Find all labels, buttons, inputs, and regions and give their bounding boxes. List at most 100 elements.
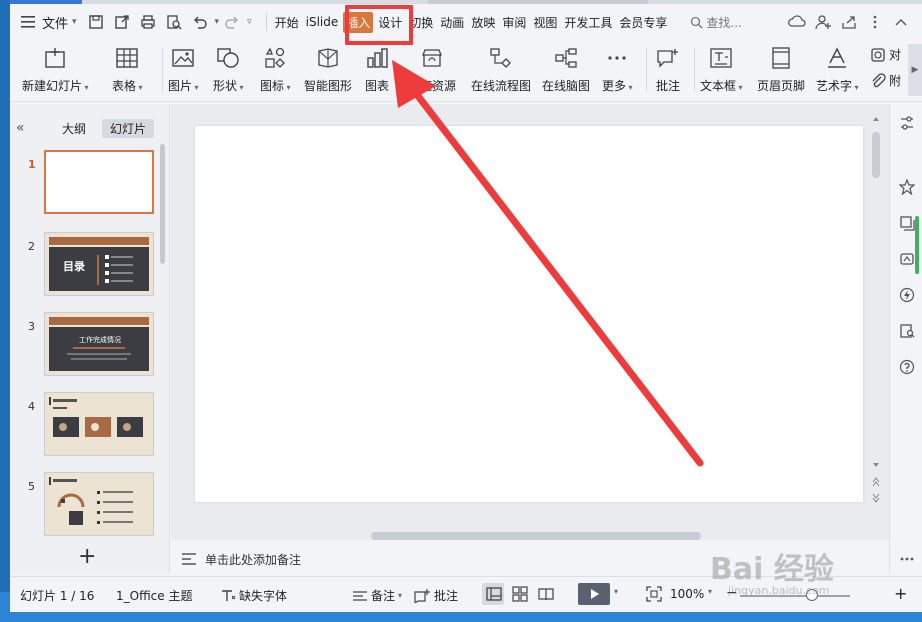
slide-thumbnail[interactable] [44,392,154,456]
redo-icon[interactable] [221,11,243,33]
textbox-icon [707,44,735,72]
object-button[interactable]: 对 [870,46,901,63]
table-label: 表格 [112,79,137,93]
right-tool-sidebar [889,104,922,574]
zoom-in-icon[interactable]: + [894,584,907,603]
export-icon[interactable] [111,11,133,33]
desktop-strip-bottom [0,592,10,622]
play-slideshow-button[interactable] [578,583,610,605]
scroll-down-icon[interactable] [871,460,881,470]
horizontal-scrollbar[interactable] [371,532,701,540]
new-slide-icon [41,44,69,72]
slide-thumbnail-row[interactable]: 2 目录 [10,232,160,298]
missing-fonts-button[interactable]: 缺失字体 [220,587,287,604]
save-icon[interactable] [85,11,107,33]
lightning-icon[interactable] [896,284,918,306]
tab-membership[interactable]: 会员专享 [617,11,669,34]
textbox-button[interactable]: 文本框 ▾ [700,44,743,94]
collapse-ribbon-icon[interactable] [888,9,914,35]
vertical-scrollbar[interactable] [871,114,881,504]
resources-button[interactable]: 稻壳资源 [408,44,456,94]
mindmap-button[interactable]: 在线脑图 [542,44,590,94]
notes-toggle-button[interactable]: 备注 ▾ [352,587,402,604]
share-user-icon[interactable] [810,9,836,35]
sidebar-more-icon[interactable] [896,548,918,570]
next-slide-icon[interactable] [871,492,881,504]
tab-review[interactable]: 审阅 [500,11,528,34]
tab-islide[interactable]: iSlide [304,12,341,32]
table-button[interactable]: 表格 ▾ [112,44,143,94]
collapse-panel-icon[interactable]: « [16,120,36,136]
slide-thumbnail-row[interactable]: 5 [10,472,160,538]
mindmap-icon [552,44,580,72]
shape-button[interactable]: 形状 ▾ [213,44,244,94]
reading-view-icon[interactable] [538,586,554,602]
smart-beautify-icon[interactable] [896,248,918,270]
icon-library-icon [261,44,289,72]
cloud-sync-icon[interactable] [784,9,810,35]
print-preview-icon[interactable] [163,11,185,33]
more-vertical-icon[interactable] [862,9,888,35]
more-horizontal-icon [603,44,631,72]
flowchart-button[interactable]: 在线流程图 [471,44,531,94]
picture-button[interactable]: 图片 ▾ [168,44,199,94]
play-options-chevron-icon[interactable]: ▾ [614,587,618,596]
grid-view-icon[interactable] [512,586,528,602]
smart-art-label: 智能图形 [304,79,353,93]
properties-icon[interactable] [896,112,918,134]
hamburger-menu-icon[interactable] [14,4,42,40]
slide-thumbnail-row[interactable]: 4 [10,392,160,458]
print-icon[interactable] [137,11,159,33]
header-footer-icon [767,44,795,72]
tab-animation[interactable]: 动画 [438,11,466,34]
add-slide-icon[interactable]: + [78,544,96,569]
thumbnail-scrollbar[interactable] [160,144,165,264]
book-search-icon[interactable] [896,320,918,342]
flowchart-label: 在线流程图 [471,79,532,93]
icon-library-button[interactable]: 图标 ▾ [260,44,291,94]
slide-thumbnail-row[interactable]: 1 [10,150,160,216]
normal-view-icon[interactable] [486,586,502,602]
tab-slideshow[interactable]: 放映 [469,11,497,34]
slide-thumbnail[interactable]: 目录 [44,232,154,296]
share-icon[interactable] [836,9,862,35]
search-box[interactable]: 查找... [690,14,742,31]
comment-button[interactable]: 批注 [654,44,682,94]
smart-art-button[interactable]: 智能图形 [304,44,352,94]
slide-thumbnail[interactable] [44,150,154,214]
chevron-down-icon[interactable]: ▾ [72,17,77,27]
scrollbar-thumb[interactable] [872,132,880,178]
help-icon[interactable] [896,356,918,378]
slide-thumbnail-row[interactable]: 3 工作完成情况 [10,312,160,378]
attachment-button[interactable]: 附 [870,72,901,89]
panel-header: « 大纲 幻灯片 [10,118,170,138]
tab-outline[interactable]: 大纲 [54,119,94,138]
tab-home[interactable]: 开始 [273,11,301,34]
tab-slides[interactable]: 幻灯片 [102,118,155,138]
file-menu[interactable]: 文件 [42,13,68,32]
header-footer-button[interactable]: 页眉页脚 [757,44,805,94]
customize-chevron-icon[interactable]: ▿ [247,17,252,27]
tab-view[interactable]: 视图 [531,11,559,34]
new-slide-label: 新建幻灯片 [22,79,83,93]
slide-thumbnail[interactable] [44,472,154,536]
slide-counter: 幻灯片 1 / 16 [20,589,95,603]
new-slide-button[interactable]: 新建幻灯片 ▾ [22,44,89,94]
previous-slide-icon[interactable] [871,476,881,488]
more-button[interactable]: 更多 ▾ [602,44,633,94]
comments-toggle-button[interactable]: 批注 [414,587,458,604]
chart-button[interactable]: 图表 [363,44,391,94]
fit-to-window-icon[interactable] [646,586,662,602]
tab-developer[interactable]: 开发工具 [562,11,614,34]
slide-canvas[interactable] [195,126,863,502]
theme-name[interactable]: 1_Office 主题 [116,587,192,604]
star-effects-icon[interactable] [896,176,918,198]
undo-icon[interactable] [189,11,211,33]
scroll-up-icon[interactable] [871,114,881,124]
taskbar-strip [10,612,922,622]
slide-thumbnail[interactable]: 工作完成情况 [44,312,154,376]
wordart-button[interactable]: 艺术字 ▾ [816,44,859,94]
ribbon-scroll-right-icon[interactable]: ▶ [908,44,922,96]
zoom-level[interactable]: 100% [670,587,704,601]
undo-chevron-icon[interactable]: ▾ [215,17,220,27]
